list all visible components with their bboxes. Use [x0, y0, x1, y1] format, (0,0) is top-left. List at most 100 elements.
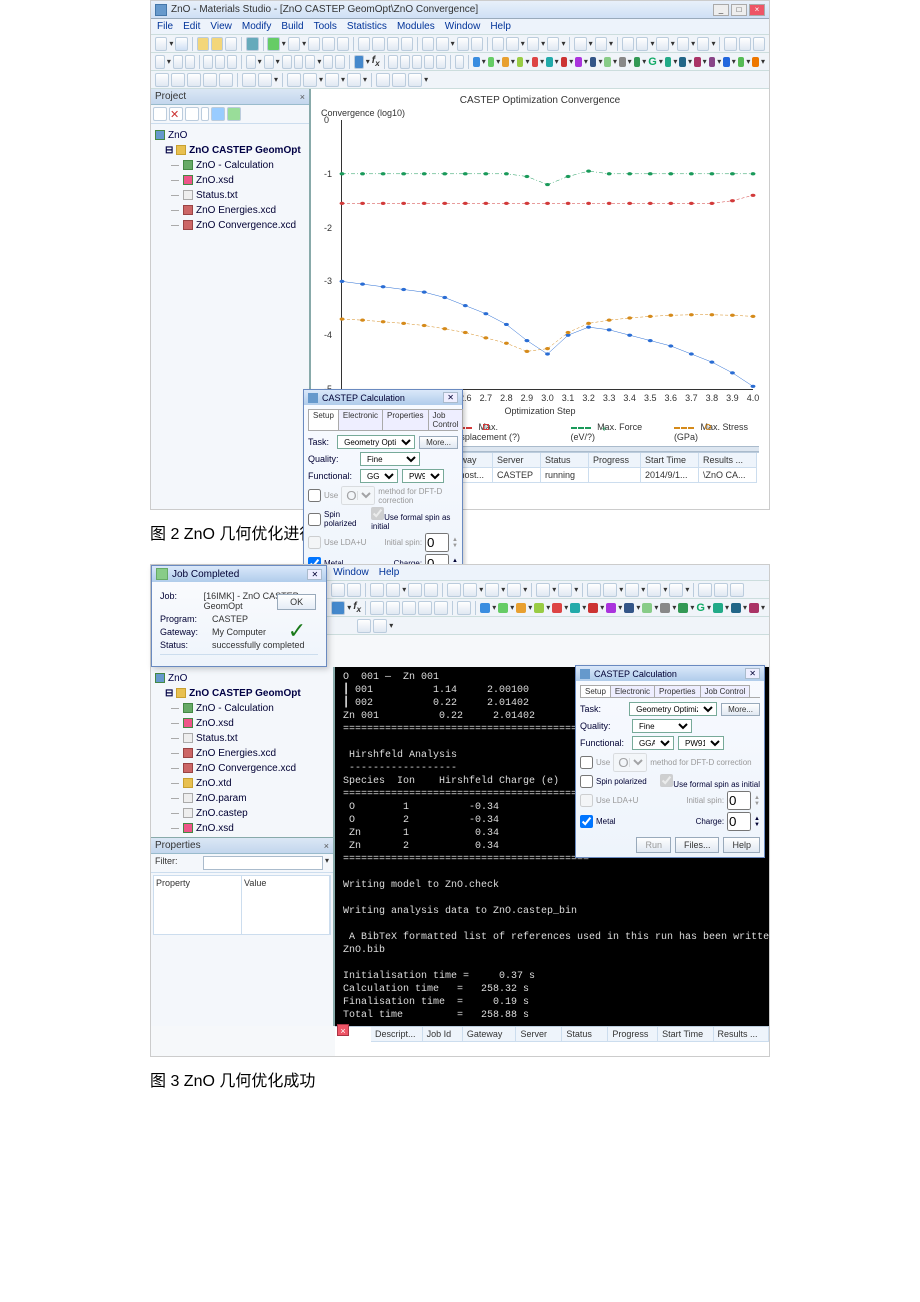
tree-folder[interactable]: ZnO CASTEP GeomOpt [189, 688, 301, 699]
grid-icon[interactable] [622, 37, 634, 51]
tree-item[interactable]: ZnO.xsd [196, 823, 234, 834]
t3c-icon[interactable] [187, 73, 201, 87]
save-icon[interactable] [175, 37, 187, 51]
t-mn-icon[interactable] [647, 583, 661, 597]
dn-icon[interactable]: ▼ [754, 801, 760, 807]
mod1-icon[interactable] [473, 57, 480, 67]
col-progress[interactable]: Progress [608, 1027, 658, 1042]
tab-setup[interactable]: Setup [580, 685, 611, 697]
mod10-icon[interactable] [604, 57, 611, 67]
mod13-icon[interactable] [665, 57, 672, 67]
tab-jobcontrol[interactable]: Job Control [428, 409, 464, 430]
m4-icon[interactable] [534, 603, 544, 613]
angle-icon[interactable] [595, 37, 607, 51]
proj-help-icon[interactable] [227, 107, 241, 121]
tb-a-icon[interactable] [370, 601, 384, 615]
t3f-icon[interactable] [242, 73, 256, 87]
filter-input[interactable] [203, 856, 323, 870]
cube-icon[interactable] [697, 37, 709, 51]
maximize-button[interactable]: □ [731, 4, 747, 16]
col-server[interactable]: Server [493, 453, 541, 468]
proj-new-icon[interactable] [153, 107, 167, 121]
t-ang-icon[interactable] [558, 583, 572, 597]
tree-item[interactable]: ZnO.xsd [196, 175, 234, 186]
menu-view[interactable]: View [210, 21, 232, 32]
t-cb-icon[interactable] [669, 583, 683, 597]
expand-icon[interactable] [457, 37, 469, 51]
ring-icon[interactable] [547, 37, 559, 51]
use-checkbox[interactable] [308, 489, 321, 502]
project-tree-3[interactable]: ZnO ⊟ ZnO CASTEP GeomOpt ZnO - Calculati… [151, 667, 333, 837]
menu-window[interactable]: Window [333, 567, 369, 578]
initspin-input[interactable] [425, 533, 449, 552]
tree-item[interactable]: ZnO.castep [196, 808, 248, 819]
arrow-icon[interactable] [358, 37, 370, 51]
col-status[interactable]: Status [562, 1027, 608, 1042]
home2-icon[interactable] [455, 55, 465, 69]
mod4-icon[interactable] [517, 57, 524, 67]
copy2-icon[interactable] [436, 55, 446, 69]
tree-item[interactable]: ZnO - Calculation [196, 160, 274, 171]
jobdlg-close-icon[interactable]: ✕ [307, 569, 322, 580]
t3b-icon[interactable] [171, 73, 185, 87]
tb-f-icon[interactable] [457, 601, 471, 615]
col-results[interactable]: Results ... [699, 453, 757, 468]
mod3-icon[interactable] [502, 57, 509, 67]
metal-checkbox[interactable] [580, 815, 593, 828]
close-panel-icon[interactable]: × [337, 1024, 349, 1036]
mod17-icon[interactable] [723, 57, 730, 67]
t3k-icon[interactable] [347, 73, 361, 87]
col-start[interactable]: Start Time [658, 1027, 713, 1042]
m12-icon[interactable] [678, 603, 688, 613]
dlg-close-icon[interactable]: ✕ [443, 392, 458, 403]
run-icon[interactable] [267, 37, 279, 51]
menu-icon[interactable] [677, 37, 689, 51]
task-select[interactable]: Geometry Optimization [337, 435, 415, 449]
t-home-icon[interactable] [370, 583, 384, 597]
func2-select[interactable]: PW91 [678, 736, 724, 750]
tree-item[interactable]: Status.txt [196, 733, 238, 744]
cut-icon[interactable] [308, 37, 320, 51]
proj-doc-icon[interactable] [185, 107, 199, 121]
menu-edit[interactable]: Edit [183, 21, 200, 32]
pause-icon[interactable] [227, 55, 237, 69]
mod19-icon[interactable] [752, 57, 759, 67]
tab-electronic[interactable]: Electronic [338, 409, 383, 430]
sort3-icon[interactable] [282, 55, 292, 69]
tab-properties[interactable]: Properties [382, 409, 428, 430]
sort2-icon[interactable] [185, 55, 195, 69]
print-icon[interactable] [225, 37, 237, 51]
m13-icon[interactable] [713, 603, 723, 613]
col-jobid[interactable]: Job Id [423, 1027, 463, 1042]
dlg-close-icon[interactable]: ✕ [745, 668, 760, 679]
misc-icon[interactable] [471, 37, 483, 51]
copy-icon[interactable] [322, 37, 334, 51]
reset-icon[interactable] [436, 37, 448, 51]
m5-icon[interactable] [552, 603, 562, 613]
func1-select[interactable]: GGA [632, 736, 674, 750]
home-icon[interactable] [422, 37, 434, 51]
run-button[interactable]: Run [636, 837, 671, 853]
hand-icon[interactable] [372, 37, 384, 51]
filter-icon[interactable] [305, 55, 315, 69]
move-icon[interactable] [412, 55, 422, 69]
filter-dropdown-icon[interactable]: ▾ [325, 856, 329, 870]
tree-item[interactable]: ZnO Energies.xcd [196, 205, 276, 216]
m11-icon[interactable] [660, 603, 670, 613]
col-status[interactable]: Status [541, 453, 589, 468]
tree-item[interactable]: ZnO.param [196, 793, 247, 804]
tree-item[interactable]: ZnO Convergence.xcd [196, 763, 296, 774]
cell[interactable] [589, 468, 641, 483]
col-server[interactable]: Server [516, 1027, 562, 1042]
cell[interactable]: CASTEP [493, 468, 541, 483]
tree-item[interactable]: ZnO.xtd [196, 778, 232, 789]
tool-icon[interactable] [288, 37, 300, 51]
help-button[interactable]: Help [723, 837, 760, 853]
tb-e-icon[interactable] [434, 601, 448, 615]
prop-col[interactable]: Property [154, 876, 242, 934]
m3-icon[interactable] [516, 603, 526, 613]
n2-icon[interactable] [373, 619, 387, 633]
t-g2-icon[interactable] [603, 583, 617, 597]
mod16-icon[interactable] [709, 57, 716, 67]
quality-select[interactable]: Fine [360, 452, 420, 466]
